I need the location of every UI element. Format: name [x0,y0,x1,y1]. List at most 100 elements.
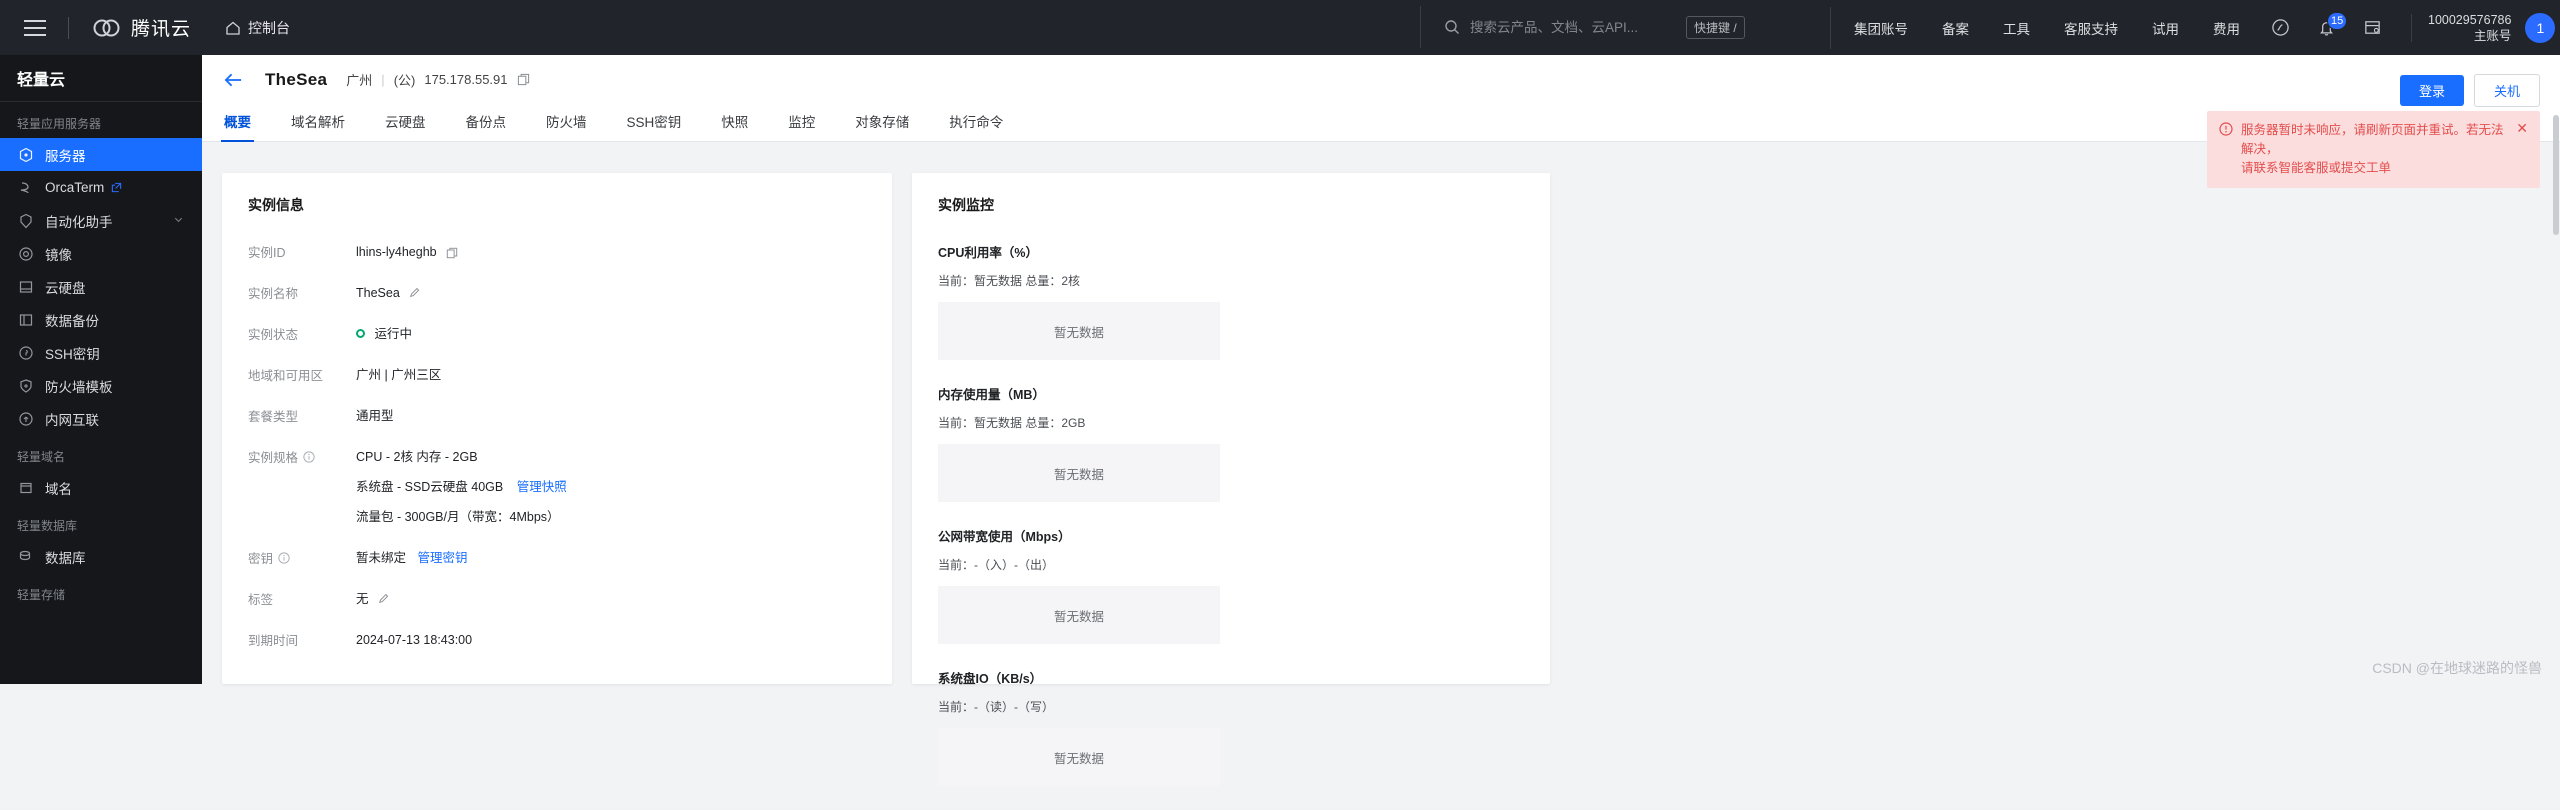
shutdown-button[interactable]: 关机 [2473,74,2540,107]
nav-item-support[interactable]: 客服支持 [2047,18,2135,38]
back-arrow-icon[interactable] [224,72,243,88]
top-header: 腾讯云 控制台 快捷键 / 集团账号 备案 工具 客服支持 试用 费用 [0,0,2560,55]
sidebar-item-server[interactable]: 服务器 [0,138,202,171]
disk-icon [17,278,34,295]
sidebar-item-backup[interactable]: 数据备份 [0,303,202,336]
metric-bandwidth: 公网带宽使用（Mbps） 当前：-（入）-（出） 暂无数据 [938,526,1220,644]
account-info[interactable]: 100029576786 主账号 [2428,12,2511,44]
brand-logo[interactable]: 腾讯云 [91,14,191,41]
sidebar-title: 轻量云 [0,55,202,102]
sidebar-item-label: 镜像 [45,247,72,263]
sidebar-item-private-network[interactable]: 内网互联 [0,402,202,435]
tab-overview[interactable]: 概要 [221,111,254,142]
edit-pencil-icon[interactable] [409,287,421,299]
row-label: 实例ID [248,246,286,260]
nav-item-billing[interactable]: 费用 [2196,18,2257,38]
row-value: 运行中 [356,324,412,344]
row-value: lhins-ly4heghb [356,242,458,262]
sidebar-item-label: 服务器 [45,148,86,164]
database-icon [17,548,34,565]
automation-icon [17,212,34,229]
row-label: 地域和可用区 [248,369,324,383]
spec-line-cpu: CPU - 2核 内存 - 2GB [356,450,478,464]
row-value: CPU - 2核 内存 - 2GB 系统盘 - SSD云硬盘 40GB 管理快照… [356,447,567,527]
spec-line-traffic: 流量包 - 300GB/月（带宽：4Mbps） [356,510,560,524]
console-link[interactable]: 控制台 [225,18,290,38]
chevron-down-icon[interactable] [173,213,184,228]
home-icon [226,21,240,35]
info-row-key: 密钥 暂未绑定 管理密钥 [248,548,866,568]
instance-monitor-title: 实例监控 [938,197,994,213]
tab-backup-point[interactable]: 备份点 [466,111,507,141]
copy-icon[interactable] [517,73,530,86]
tab-snapshot[interactable]: 快照 [721,111,748,141]
manage-snapshot-link[interactable]: 管理快照 [517,480,567,494]
sidebar-item-image[interactable]: 镜像 [0,237,202,270]
metric-subtitle: 当前：-（读）-（写） [938,700,1054,714]
sidebar-item-label: SSH密钥 [45,346,100,362]
nav-item-tools[interactable]: 工具 [1986,18,2047,38]
nav-item-group-account[interactable]: 集团账号 [1837,18,1925,38]
tab-object-storage[interactable]: 对象存储 [855,111,909,141]
main-content: TheSea 广州 | (公) 175.178.55.91 概要 域名解析 云硬… [202,55,2560,786]
tab-run-command[interactable]: 执行命令 [949,111,1003,141]
manage-key-link[interactable]: 管理密钥 [418,551,468,565]
sidebar-item-automation[interactable]: 自动化助手 [0,204,202,237]
tab-clouddisk[interactable]: 云硬盘 [385,111,426,141]
nav-item-beian[interactable]: 备案 [1925,18,1986,38]
metric-chart-empty: 暂无数据 [938,728,1220,786]
account-divider [2411,13,2412,42]
helper-icon[interactable] [2263,11,2297,45]
page-header: TheSea 广州 | (公) 175.178.55.91 [202,55,2560,104]
sidebar-item-orcaterm[interactable]: OrcaTerm [0,171,202,204]
sidebar-item-database[interactable]: 数据库 [0,540,202,573]
info-circle-icon[interactable] [303,450,315,463]
metric-title: 系统盘IO（KB/s） [938,672,1043,686]
instance-info-card: 实例信息 实例ID lhins-ly4heghb 实例名称 TheSea 实例状… [222,173,892,684]
row-value: 2024-07-13 18:43:00 [356,633,473,647]
tab-firewall[interactable]: 防火墙 [546,111,587,141]
edit-pencil-icon[interactable] [378,593,390,605]
sidebar-item-clouddisk[interactable]: 云硬盘 [0,270,202,303]
search-input[interactable] [1470,19,1680,35]
info-circle-icon[interactable] [278,551,290,564]
metric-disk-io: 系统盘IO（KB/s） 当前：-（读）-（写） 暂无数据 [938,668,1220,786]
tab-dns[interactable]: 域名解析 [291,111,345,141]
page-scrollbar-thumb[interactable] [2553,115,2559,235]
avatar[interactable]: 1 [2525,12,2556,43]
info-row-package-type: 套餐类型 通用型 [248,406,866,426]
row-label-text: 密钥 [248,552,274,566]
metric-subtitle: 当前：-（入）-（出） [938,558,1054,572]
header-nav: 集团账号 备案 工具 客服支持 试用 费用 15 100029576786 主账… [1830,0,2560,55]
row-value: 广州 | 广州三区 [356,368,442,382]
metric-title: 公网带宽使用（Mbps） [938,530,1071,544]
shield-icon [17,377,34,394]
sidebar-item-label: OrcaTerm [45,180,105,195]
backup-icon [17,311,34,328]
page-scrollbar-track[interactable] [2552,55,2560,684]
hamburger-icon[interactable] [24,19,46,36]
info-row-tags: 标签 无 [248,589,866,609]
close-icon[interactable]: ✕ [2516,121,2528,135]
workorder-icon[interactable] [2355,11,2389,45]
watermark: CSDN @在地球迷路的怪兽 [2372,660,2542,676]
tab-ssh-key[interactable]: SSH密钥 [627,111,682,141]
notifications-bell-icon[interactable]: 15 [2309,11,2348,45]
sidebar-item-firewall-template[interactable]: 防火墙模板 [0,369,202,402]
nav-item-trial[interactable]: 试用 [2135,18,2196,38]
sidebar-item-ssh-key[interactable]: SSH密钥 [0,336,202,369]
info-row-instance-name: 实例名称 TheSea [248,283,866,303]
domain-icon [17,479,34,496]
row-label-text: 实例规格 [248,451,299,465]
tab-monitor[interactable]: 监控 [788,111,815,141]
copy-icon[interactable] [446,247,458,259]
login-button[interactable]: 登录 [2399,75,2464,106]
global-search[interactable]: 快捷键 / [1420,6,1774,48]
metric-subtitle: 当前：暂无数据 总量：2核 [938,274,1081,288]
sidebar-item-label: 数据备份 [45,313,99,329]
notification-badge: 15 [2327,11,2348,30]
key-icon [17,344,34,361]
sidebar-group-label-storage: 轻量存储 [17,588,66,602]
shortcut-hint[interactable]: 快捷键 / [1686,15,1745,39]
sidebar-item-domain[interactable]: 域名 [0,471,202,504]
